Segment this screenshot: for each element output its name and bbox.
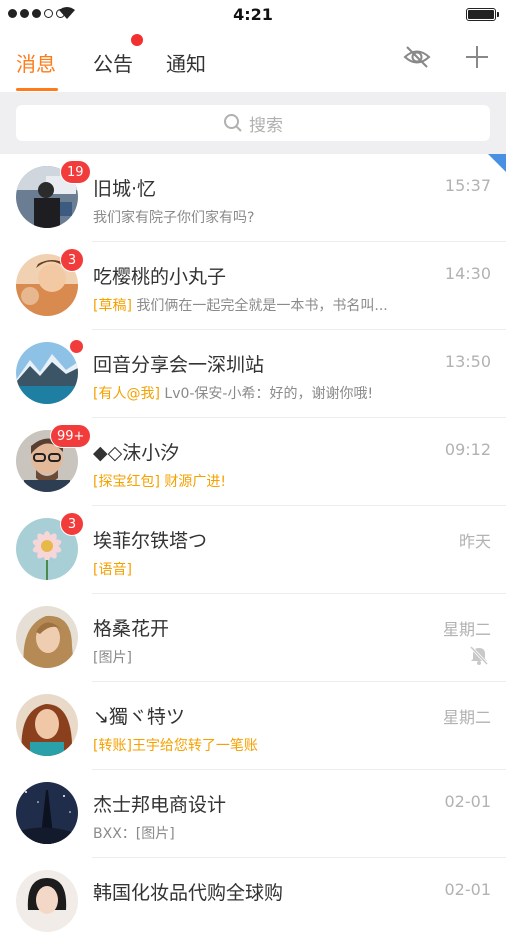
conversation-name: 格桑花开 [93, 618, 170, 640]
eye-off-icon[interactable] [402, 42, 432, 72]
preview-text: 我们家有院子你们家有吗? [93, 210, 255, 226]
mute-bell-icon [469, 645, 489, 666]
avatar [16, 870, 78, 932]
unread-badge: 3 [60, 512, 84, 536]
announcements-unread-dot [131, 34, 143, 46]
unread-dot [70, 340, 83, 353]
avatar [16, 606, 78, 668]
red-packet-tag: [探宝红包] [93, 474, 160, 490]
search-icon [224, 114, 242, 132]
conversation-name: ◆◇沫小汐 [93, 442, 180, 464]
unread-badge: 99+ [50, 424, 92, 448]
plus-icon[interactable] [462, 42, 492, 72]
conversation-preview: [草稿] 我们俩在一起完全就是一本书，书名叫... [93, 295, 388, 315]
status-bar: 4:21 [0, 0, 506, 30]
status-time: 4:21 [233, 5, 273, 24]
conversation-preview: [转账]王宇给您转了一笔账 [93, 735, 258, 755]
header: 消息 公告 通知 [0, 30, 506, 92]
mention-tag: [有人@我] [93, 386, 160, 402]
draft-tag: [草稿] [93, 298, 132, 314]
avatar [16, 782, 78, 844]
preview-text: 财源广进! [164, 474, 227, 490]
tab-announcements[interactable]: 公告 [93, 48, 133, 77]
conversation-time: 13:50 [444, 352, 491, 371]
search-input[interactable]: 搜索 [16, 105, 490, 141]
preview-text: Lv0-保安-小希：好的，谢谢你哦! [164, 386, 374, 402]
preview-text: [图片] [93, 650, 132, 666]
conversation-preview: [图片] [93, 647, 132, 667]
conversation-time: 15:37 [444, 176, 491, 195]
conversation-preview: BXX：[图片] [93, 823, 175, 843]
conversation-list: 19 旧城·忆 15:37 我们家有院子你们家有吗? 3 吃樱桃的小丸子 14:… [0, 154, 506, 946]
conversation-item[interactable]: 3 埃菲尔铁塔つ 昨天 [语音] [0, 506, 506, 594]
avatar [16, 694, 78, 756]
search-placeholder: 搜索 [249, 115, 283, 136]
conversation-time: 星期二 [442, 620, 491, 639]
pinned-corner-marker [488, 154, 506, 172]
preview-text: 王宇给您转了一笔账 [131, 738, 258, 754]
conversation-time: 09:12 [444, 440, 491, 459]
voice-tag: [语音] [93, 562, 132, 578]
conversation-preview: 我们家有院子你们家有吗? [93, 207, 254, 227]
conversation-name: 回音分享会一深圳站 [93, 354, 265, 376]
search-area: 搜索 [0, 92, 506, 154]
conversation-item[interactable]: 19 旧城·忆 15:37 我们家有院子你们家有吗? [0, 154, 506, 242]
conversation-preview: [语音] [93, 559, 132, 579]
conversation-item[interactable]: 格桑花开 星期二 [图片] [0, 594, 506, 682]
conversation-item[interactable]: 99+ ◆◇沫小汐 09:12 [探宝红包] 财源广进! [0, 418, 506, 506]
active-tab-indicator [16, 88, 58, 91]
preview-text: 我们俩在一起完全就是一本书，书名叫... [136, 298, 388, 314]
conversation-time: 14:30 [444, 264, 491, 283]
conversation-time: 昨天 [458, 532, 491, 551]
conversation-time: 02-01 [444, 792, 492, 811]
conversation-item[interactable]: 3 吃樱桃的小丸子 14:30 [草稿] 我们俩在一起完全就是一本书，书名叫..… [0, 242, 506, 330]
conversation-name: 埃菲尔铁塔つ [93, 530, 208, 552]
conversation-preview: [探宝红包] 财源广进! [93, 471, 226, 491]
conversation-item[interactable]: ↘獨ヾ特ツ 星期二 [转账]王宇给您转了一笔账 [0, 682, 506, 770]
unread-badge: 3 [60, 248, 84, 272]
conversation-name: ↘獨ヾ特ツ [93, 706, 185, 728]
transfer-tag: [转账] [93, 738, 132, 754]
battery-icon [466, 8, 499, 21]
avatar [16, 342, 78, 404]
conversation-preview: [有人@我] Lv0-保安-小希：好的，谢谢你哦! [93, 383, 373, 403]
preview-text: BXX：[图片] [93, 826, 175, 842]
conversation-item[interactable]: 韩国化妆品代购全球购 02-01 [0, 858, 506, 946]
conversation-item[interactable]: 回音分享会一深圳站 13:50 [有人@我] Lv0-保安-小希：好的，谢谢你哦… [0, 330, 506, 418]
tab-notifications[interactable]: 通知 [166, 48, 206, 77]
conversation-time: 02-01 [444, 880, 492, 899]
conversation-item[interactable]: 杰士邦电商设计 02-01 BXX：[图片] [0, 770, 506, 858]
conversation-name: 旧城·忆 [93, 178, 157, 200]
conversation-name: 韩国化妆品代购全球购 [93, 882, 284, 904]
conversation-time: 星期二 [442, 708, 491, 727]
conversation-name: 吃樱桃的小丸子 [93, 266, 227, 288]
tab-messages[interactable]: 消息 [16, 48, 56, 77]
unread-badge: 19 [60, 160, 91, 184]
conversation-name: 杰士邦电商设计 [93, 794, 227, 816]
